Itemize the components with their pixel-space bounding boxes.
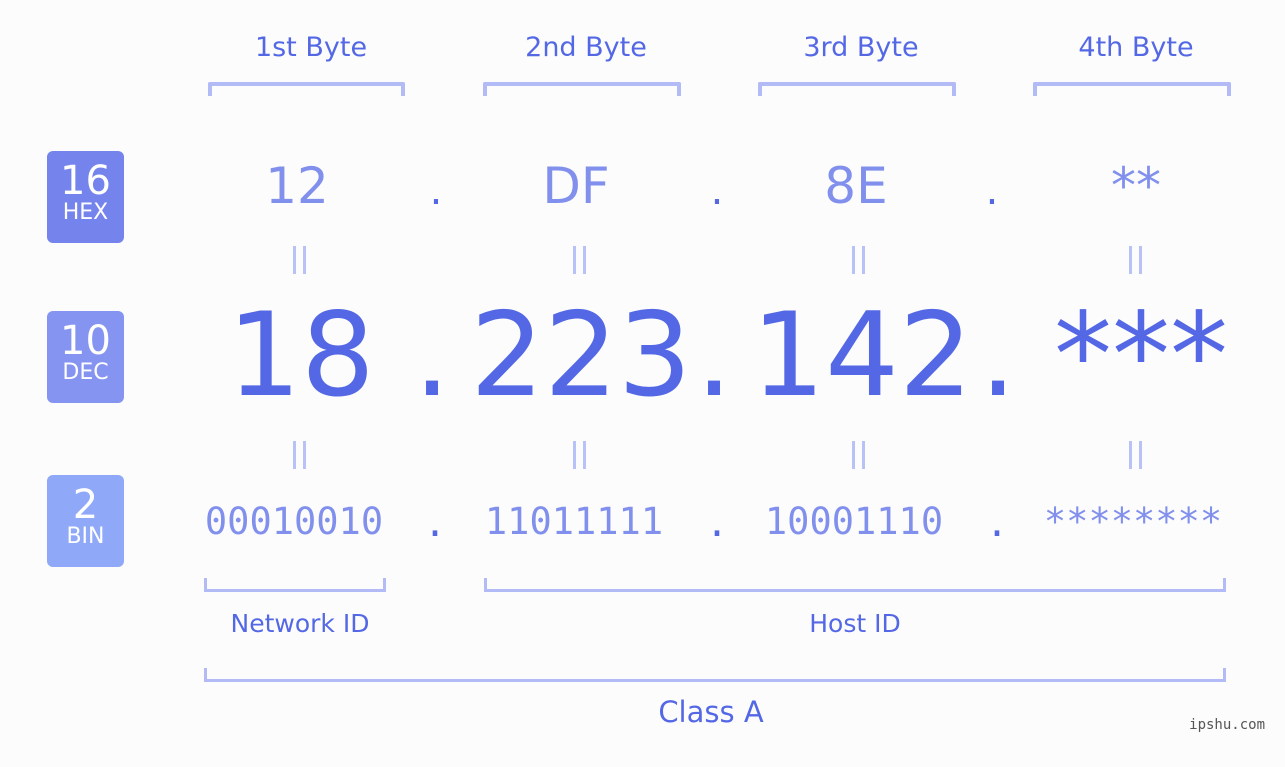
byte-bracket-2: [483, 82, 681, 96]
hex-badge-base: 16: [60, 158, 111, 204]
byte-bracket-3: [758, 82, 956, 96]
bin-badge-label: BIN: [66, 524, 105, 549]
dec-value-2: 223: [470, 288, 692, 423]
bin-badge: 2 BIN: [47, 475, 124, 567]
byte-label-1: 1st Byte: [254, 32, 368, 63]
bin-badge-base: 2: [72, 482, 99, 528]
hex-value-3: 8E: [824, 157, 888, 215]
hex-value-2: DF: [542, 157, 610, 215]
bin-value-2: 11011111: [484, 500, 664, 543]
dec-value-1: 18: [227, 288, 375, 423]
equals-icon: [849, 441, 869, 469]
network-id-label: Network ID: [230, 609, 370, 638]
bin-value-3: 10001110: [764, 500, 944, 543]
dec-badge-base: 10: [60, 318, 111, 364]
equals-icon: [570, 246, 590, 274]
equals-icon: [290, 246, 310, 274]
class-label: Class A: [658, 695, 764, 729]
byte-label-2: 2nd Byte: [525, 32, 647, 63]
dec-badge: 10 DEC: [47, 311, 124, 403]
byte-label-4: 4th Byte: [1078, 32, 1194, 63]
equals-icon: [1126, 246, 1146, 274]
host-id-label: Host ID: [809, 609, 901, 638]
dec-badge-label: DEC: [62, 360, 109, 385]
class-bracket: [204, 668, 1226, 682]
hex-value-1: 12: [265, 157, 329, 215]
byte-bracket-1: [208, 82, 405, 96]
byte-bracket-4: [1033, 82, 1231, 96]
host-id-bracket: [484, 578, 1226, 592]
equals-icon: [290, 441, 310, 469]
hex-badge-label: HEX: [62, 200, 109, 225]
watermark: ipshu.com: [1189, 717, 1265, 733]
bin-value-4: ********: [1043, 500, 1223, 543]
equals-icon: [1126, 441, 1146, 469]
equals-icon: [849, 246, 869, 274]
bin-value-1: 00010010: [204, 500, 384, 543]
hex-value-4: **: [1111, 157, 1161, 215]
dec-value-4: ***: [1054, 288, 1228, 423]
hex-badge: 16 HEX: [47, 151, 124, 243]
dec-value-3: 142: [751, 288, 973, 423]
hex-separator: .: [985, 168, 999, 214]
hex-separator: .: [710, 168, 724, 214]
equals-icon: [570, 441, 590, 469]
byte-label-3: 3rd Byte: [803, 32, 919, 63]
network-id-bracket: [204, 578, 386, 592]
hex-separator: .: [429, 168, 443, 214]
